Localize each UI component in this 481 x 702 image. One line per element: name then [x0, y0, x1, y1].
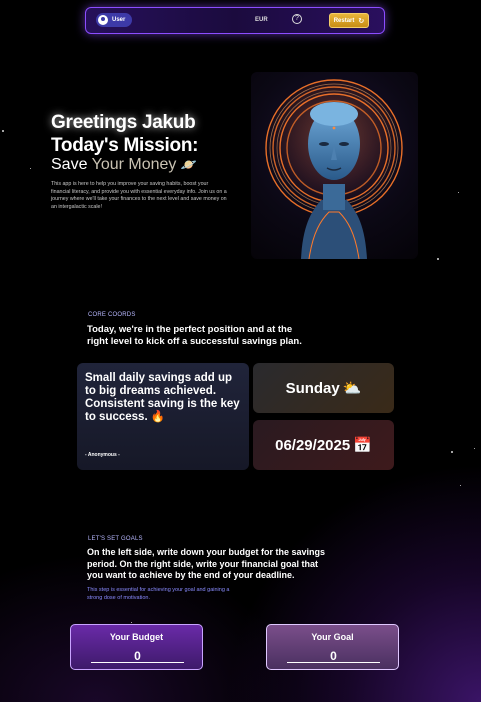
planet-icon: 🪐 — [180, 157, 198, 172]
star — [474, 448, 475, 449]
restart-icon: ↻ — [358, 17, 365, 25]
mission-object: Your Money — [91, 156, 177, 173]
date-card: 06/29/2025 📅 — [253, 420, 394, 470]
star — [460, 485, 461, 486]
mission-verb: Save — [51, 156, 88, 173]
restart-label: Restart — [333, 17, 355, 24]
budget-label: Your Budget — [109, 632, 164, 642]
flame-icon: 🔥 — [150, 411, 166, 423]
day-name: Sunday — [285, 379, 340, 397]
user-label: User — [112, 17, 126, 23]
star — [437, 258, 439, 260]
currency-selector[interactable]: EUR — [255, 17, 268, 23]
star — [458, 192, 459, 193]
goal-card: Your Goal — [266, 624, 399, 670]
mission-line: Save Your Money 🪐 — [51, 156, 197, 174]
user-icon — [98, 15, 108, 25]
sun-cloud-icon: ⛅ — [342, 380, 362, 397]
quote-card: Small daily savings add up to big dreams… — [77, 363, 249, 470]
star — [451, 451, 453, 453]
budget-input[interactable] — [91, 649, 184, 663]
mission-heading: Today's Mission: — [51, 135, 199, 156]
budget-card: Your Budget — [70, 624, 203, 670]
core-coords-label: CORE COORDS — [88, 312, 136, 318]
goals-note: This step is essential for achieving you… — [87, 587, 230, 601]
greeting-title: Greetings Jakub — [51, 112, 196, 133]
portrait-illustration — [264, 79, 404, 259]
top-nav: User EUR ? Restart ↻ — [85, 7, 385, 34]
hero-description: This app is here to help you improve you… — [51, 181, 227, 210]
star — [2, 130, 4, 132]
hero-portrait-image — [251, 72, 418, 259]
goal-label: Your Goal — [311, 632, 354, 642]
star — [131, 622, 132, 623]
day-card: Sunday ⛅ — [253, 363, 394, 413]
quote-text: Small daily savings add up to big dreams… — [85, 372, 245, 424]
quote-author: - Anonymous - — [85, 452, 120, 458]
date-value: 06/29/2025 — [275, 436, 351, 454]
core-coords-text: Today, we're in the perfect position and… — [87, 324, 302, 347]
calendar-icon: 📅 — [353, 437, 372, 454]
restart-button[interactable]: Restart ↻ — [329, 13, 369, 28]
help-circle-icon[interactable]: ? — [292, 14, 302, 24]
goals-label: LET'S SET GOALS — [88, 536, 143, 542]
goals-text: On the left side, write down your budget… — [87, 547, 326, 580]
goal-input[interactable] — [287, 649, 380, 663]
user-button[interactable]: User — [96, 13, 132, 27]
star — [30, 168, 31, 169]
